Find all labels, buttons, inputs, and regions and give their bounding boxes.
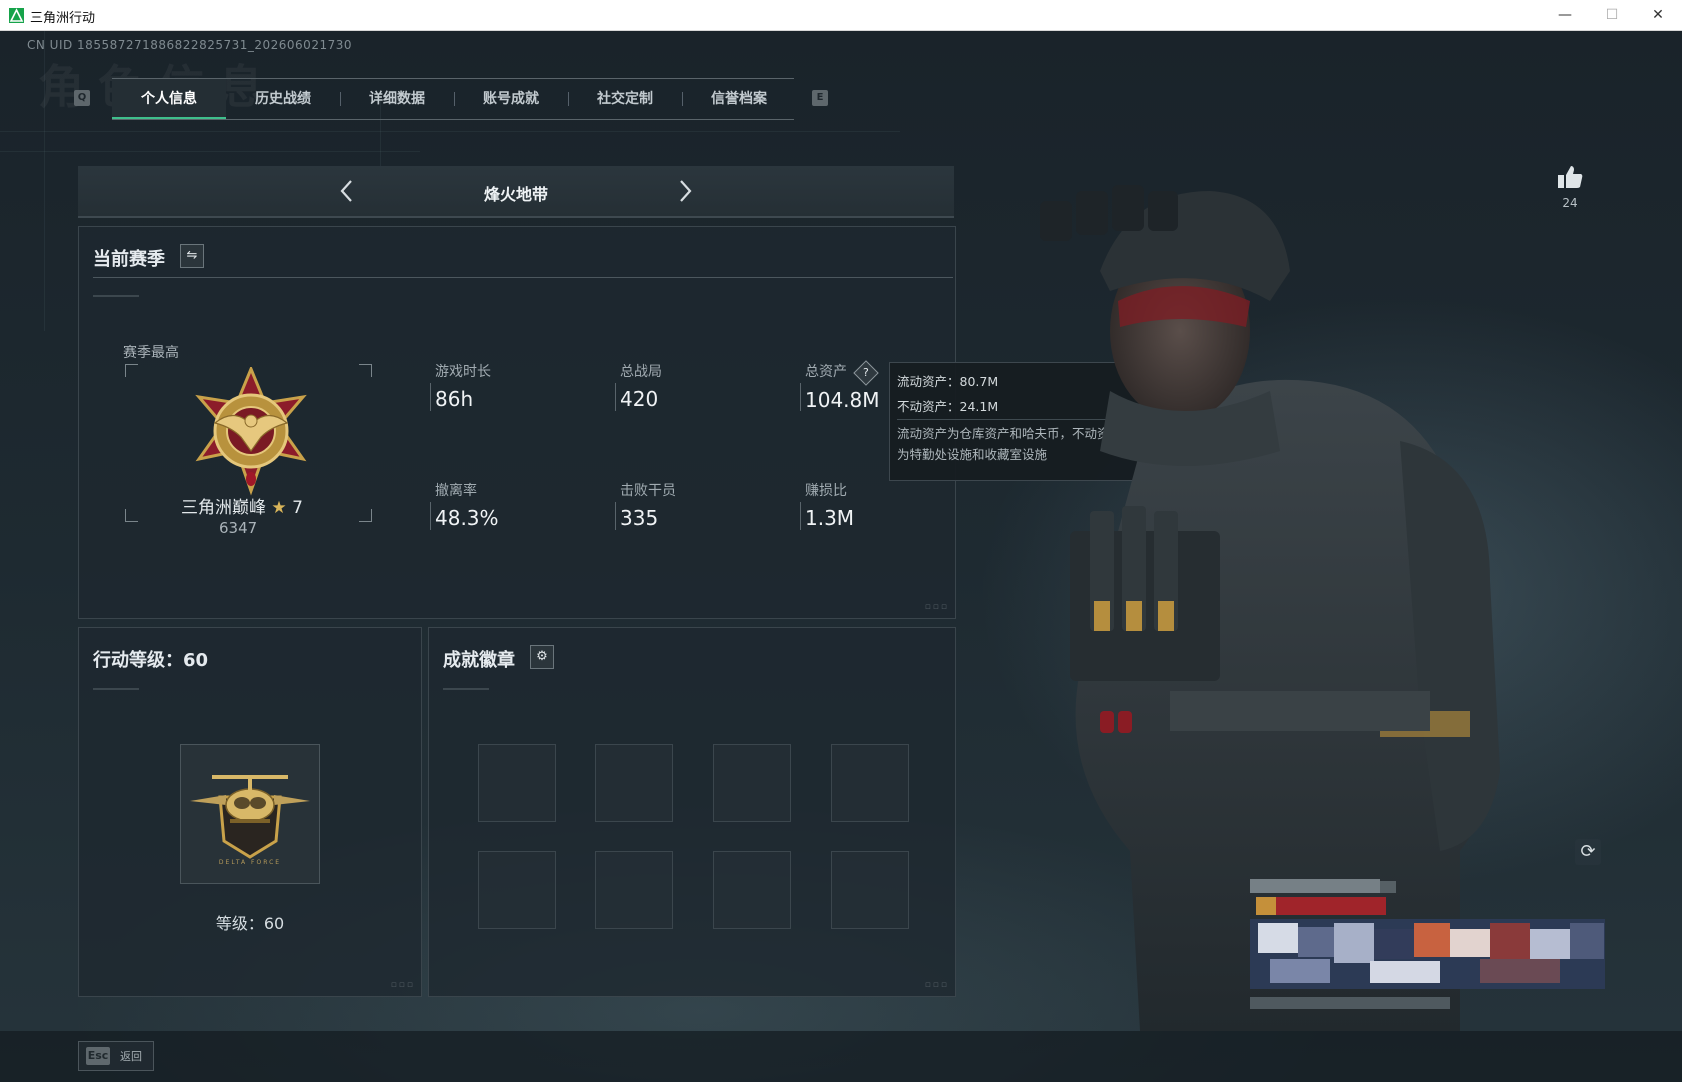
stat-value: 1.3M bbox=[805, 506, 855, 530]
maximize-button[interactable]: ☐ bbox=[1592, 4, 1632, 26]
operation-level-title: 行动等级：60 bbox=[93, 650, 209, 671]
stat-profit-loss: 赚损比 1.3M bbox=[800, 480, 965, 530]
season-panel: 当前赛季 ⇋ 赛季最高 三角洲巅峰 ★ 7 6347 游戏时长 86h 总战局 … bbox=[78, 226, 956, 619]
badge-slot[interactable] bbox=[595, 851, 673, 929]
liquid-assets: 流动资产：80.7M bbox=[897, 374, 999, 389]
stat-bar bbox=[430, 383, 431, 411]
badge-slot[interactable] bbox=[831, 851, 909, 929]
stat-label: 总战局 bbox=[620, 364, 662, 380]
minimize-button[interactable]: — bbox=[1545, 4, 1585, 26]
help-icon[interactable]: ? bbox=[853, 360, 880, 386]
divider bbox=[93, 277, 953, 278]
tab-history[interactable]: 历史战绩 bbox=[226, 79, 340, 119]
rank-emblem-icon bbox=[175, 365, 327, 497]
achievements-panel: 成就徽章 ⚙ ▫▫▫ bbox=[428, 627, 956, 997]
frame-corner bbox=[125, 364, 138, 377]
stat-value: 335 bbox=[620, 506, 659, 530]
key-hint-e: E bbox=[812, 90, 828, 106]
tab-credit-record[interactable]: 信誉档案 bbox=[682, 79, 796, 119]
back-label: 返回 bbox=[120, 1050, 142, 1063]
decor-line bbox=[93, 688, 139, 690]
tab-detailed-data[interactable]: 详细数据 bbox=[340, 79, 454, 119]
mode-selector: 烽火地带 bbox=[78, 166, 954, 218]
decor-line bbox=[93, 295, 139, 297]
stat-bar bbox=[800, 502, 801, 530]
stat-value: 48.3% bbox=[435, 506, 499, 530]
helicopter-badge-icon bbox=[186, 761, 314, 861]
back-button[interactable]: Esc 返回 bbox=[78, 1041, 154, 1071]
stat-bar bbox=[615, 502, 616, 530]
frame-corner bbox=[359, 364, 372, 377]
stat-label: 撤离率 bbox=[435, 483, 477, 499]
tab-personal-info[interactable]: 个人信息 bbox=[112, 79, 226, 119]
frame-corner bbox=[359, 509, 372, 522]
stat-label: 赚损比 bbox=[805, 483, 847, 499]
stat-bar bbox=[430, 502, 431, 530]
badge-text: DELTA FORCE bbox=[218, 859, 282, 866]
profile-tabs: Q 个人信息 历史战绩 详细数据 账号成就 社交定制 信誉档案 E bbox=[74, 78, 834, 120]
key-hint-q: Q bbox=[74, 90, 90, 106]
tab-social[interactable]: 社交定制 bbox=[568, 79, 682, 119]
bottom-bar bbox=[0, 1031, 1682, 1082]
tab-bar: 个人信息 历史战绩 详细数据 账号成就 社交定制 信誉档案 bbox=[112, 78, 794, 120]
app-icon bbox=[9, 8, 24, 23]
fixed-assets: 不动资产：24.1M bbox=[897, 399, 999, 414]
star-icon: ★ bbox=[271, 498, 287, 518]
badge-slot[interactable] bbox=[595, 744, 673, 822]
badge-slot[interactable] bbox=[713, 744, 791, 822]
rank-name-text: 三角洲巅峰 bbox=[181, 498, 266, 518]
mode-title: 烽火地带 bbox=[483, 185, 548, 204]
grid-line bbox=[0, 151, 420, 152]
badge-slot[interactable] bbox=[831, 744, 909, 822]
likes-count: 24 bbox=[1562, 196, 1578, 210]
thumbs-up-icon[interactable] bbox=[1555, 164, 1585, 194]
badge-slot[interactable] bbox=[478, 851, 556, 929]
frame-corner bbox=[125, 509, 138, 522]
stat-play-time: 游戏时长 86h bbox=[430, 361, 595, 411]
likes[interactable]: 24 bbox=[1555, 164, 1585, 210]
stat-label: 游戏时长 bbox=[435, 364, 491, 380]
stat-label: 击败干员 bbox=[620, 483, 676, 499]
stat-value: 86h bbox=[435, 387, 474, 411]
profile-screen: 角色信息 CN UID 185587271886822825731_202606… bbox=[0, 31, 1682, 1082]
rank-stars: 7 bbox=[292, 498, 303, 518]
season-title: 当前赛季 bbox=[93, 249, 165, 270]
player-uid: CN UID 185587271886822825731_20260602173… bbox=[27, 38, 352, 52]
stat-operators-killed: 击败干员 335 bbox=[615, 480, 780, 530]
badge-slot[interactable] bbox=[713, 851, 791, 929]
stat-total-matches: 总战局 420 bbox=[615, 361, 780, 411]
stat-label-text: 总资产 bbox=[805, 364, 847, 380]
operation-level-value: 等级：60 bbox=[215, 914, 285, 933]
chevron-right-icon[interactable] bbox=[670, 176, 700, 206]
esc-key: Esc bbox=[86, 1047, 110, 1065]
close-button[interactable]: ✕ bbox=[1638, 4, 1678, 26]
decor-line bbox=[443, 688, 489, 690]
corner-decor: ▫▫▫ bbox=[924, 980, 949, 990]
level-badge-frame: DELTA FORCE bbox=[180, 744, 320, 884]
switch-season-button[interactable]: ⇋ bbox=[180, 244, 204, 268]
rank-score: 6347 bbox=[219, 519, 258, 537]
achievements-title: 成就徽章 bbox=[443, 650, 515, 671]
stat-bar bbox=[615, 383, 616, 411]
stat-value: 420 bbox=[620, 387, 659, 411]
gear-icon[interactable]: ⚙ bbox=[530, 645, 554, 669]
rank-name: 三角洲巅峰 ★ 7 bbox=[181, 493, 303, 518]
rotate-icon[interactable]: ⟳ bbox=[1575, 839, 1601, 865]
season-best-label: 赛季最高 bbox=[123, 345, 179, 361]
stat-bar bbox=[800, 383, 801, 411]
corner-decor: ▫▫▫ bbox=[924, 602, 949, 612]
badge-slot[interactable] bbox=[478, 744, 556, 822]
blurred-name-card bbox=[1250, 879, 1605, 1037]
window-titlebar: 三角洲行动 — ☐ ✕ bbox=[0, 0, 1682, 31]
corner-decor: ▫▫▫ bbox=[390, 980, 415, 990]
operation-level-panel: 行动等级：60 DELTA FORCE 等级：60 ▫▫▫ bbox=[78, 627, 422, 997]
grid-line bbox=[0, 131, 900, 132]
window-title: 三角洲行动 bbox=[30, 11, 96, 26]
tab-achievements[interactable]: 账号成就 bbox=[454, 79, 568, 119]
stat-extraction-rate: 撤离率 48.3% bbox=[430, 480, 595, 530]
